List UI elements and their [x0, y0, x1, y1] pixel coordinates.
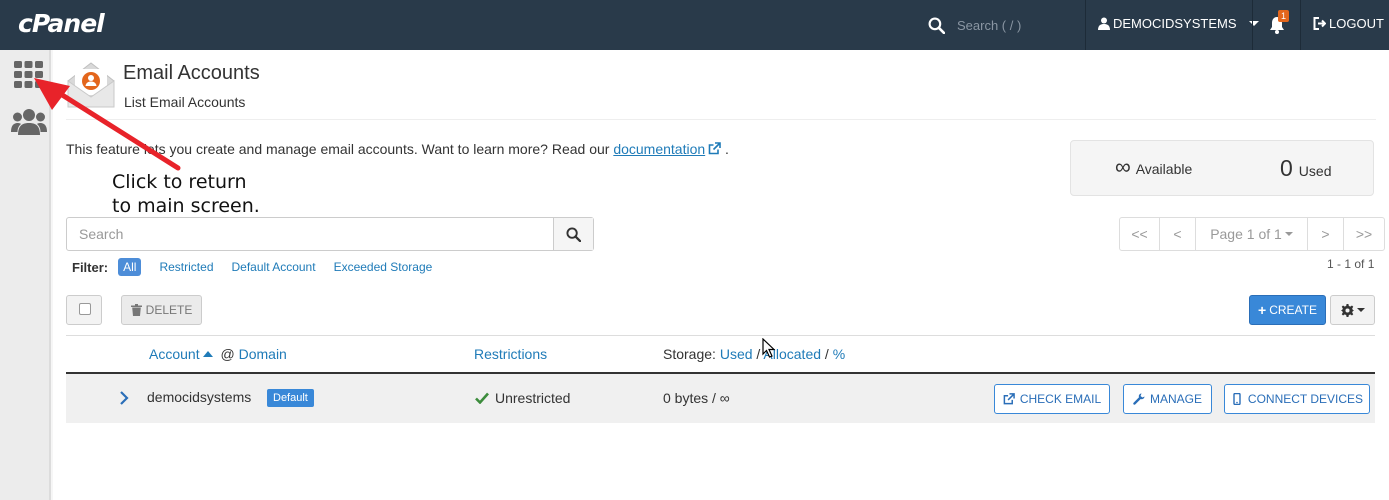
- next-page-button[interactable]: >: [1308, 218, 1344, 250]
- annotation-line-1: Click to return: [112, 171, 247, 193]
- manage-label: MANAGE: [1149, 392, 1202, 406]
- account-search-input[interactable]: [67, 218, 553, 250]
- annotation-text: Click to return to main screen.: [112, 170, 260, 218]
- last-page-button[interactable]: >>: [1344, 218, 1384, 250]
- filter-exceeded-storage[interactable]: Exceeded Storage: [334, 260, 433, 274]
- stats-panel: ∞ Available 0 Used: [1070, 140, 1374, 196]
- table-header: Account @ Domain Restrictions Storage: U…: [66, 336, 1375, 373]
- restriction-status: Unrestricted: [475, 390, 570, 406]
- global-search[interactable]: [928, 13, 1078, 37]
- filter-bar: Filter: All Restricted Default Account E…: [72, 258, 450, 276]
- filter-default-account[interactable]: Default Account: [232, 260, 316, 274]
- chevron-down-icon: [1356, 308, 1365, 312]
- page-label: Page 1 of 1: [1210, 226, 1282, 242]
- external-link-icon: [1003, 393, 1015, 405]
- connect-devices-button[interactable]: CONNECT DEVICES: [1224, 384, 1370, 414]
- sort-used[interactable]: Used: [720, 346, 753, 362]
- sort-percent[interactable]: %: [833, 346, 845, 362]
- column-restrictions: Restrictions: [474, 346, 547, 362]
- used-value: 0: [1280, 155, 1293, 181]
- storage-label: Storage:: [663, 346, 716, 362]
- delete-button[interactable]: DELETE: [121, 295, 202, 325]
- delete-label: DELETE: [145, 303, 193, 317]
- check-icon: [475, 392, 489, 404]
- divider: [1085, 0, 1086, 50]
- chevron-down-icon: [1248, 21, 1259, 26]
- notifications-button[interactable]: 1: [1268, 10, 1292, 36]
- gear-icon: [1340, 303, 1354, 317]
- search-icon: [566, 226, 581, 242]
- filter-restricted[interactable]: Restricted: [159, 260, 213, 274]
- chevron-down-icon: [1284, 232, 1293, 236]
- user-menu[interactable]: DEMOCIDSYSTEMS: [1098, 16, 1259, 31]
- connect-devices-label: CONNECT DEVICES: [1247, 392, 1364, 406]
- wrench-icon: [1133, 393, 1145, 405]
- used-label: Used: [1298, 163, 1332, 179]
- search-button[interactable]: [553, 218, 593, 250]
- settings-dropdown[interactable]: [1330, 295, 1375, 325]
- default-badge: Default: [267, 389, 314, 407]
- logout-icon: [1313, 17, 1326, 30]
- chevron-right-icon[interactable]: [119, 391, 129, 405]
- column-account: Account @ Domain: [149, 346, 287, 362]
- filter-all[interactable]: All: [118, 258, 142, 276]
- user-icon: [1098, 17, 1110, 30]
- restriction-label: Unrestricted: [495, 390, 571, 406]
- at-sign: @: [216, 346, 239, 362]
- sort-account[interactable]: Account: [149, 346, 200, 362]
- checkbox-box: [79, 303, 91, 315]
- notification-badge: 1: [1278, 10, 1290, 22]
- create-button[interactable]: + CREATE: [1249, 295, 1326, 325]
- intro-end: .: [721, 141, 729, 157]
- create-label: CREATE: [1269, 303, 1317, 317]
- available-stat: ∞ Available: [1115, 154, 1193, 179]
- divider: [1300, 0, 1301, 50]
- logout-button[interactable]: LOGOUT: [1313, 16, 1384, 31]
- global-search-input[interactable]: [957, 17, 1067, 33]
- results-range: 1 - 1 of 1: [1327, 257, 1375, 271]
- pagination: << < Page 1 of 1 > >>: [1119, 217, 1385, 251]
- mouse-cursor-icon: [762, 338, 776, 358]
- divider: [66, 119, 1376, 120]
- external-link-icon[interactable]: [708, 142, 721, 155]
- check-email-button[interactable]: CHECK EMAIL: [994, 384, 1110, 414]
- search-icon: [928, 17, 945, 34]
- annotation-line-2: to main screen.: [112, 195, 260, 217]
- table-row: democidsystems Default Unrestricted 0 by…: [66, 374, 1375, 423]
- documentation-link[interactable]: documentation: [613, 141, 705, 157]
- top-bar: cPanel DEMOCIDSYSTEMS 1 LOGOUT: [0, 0, 1389, 50]
- trash-icon: [130, 304, 142, 316]
- account-name: democidsystems: [147, 389, 252, 405]
- sort-restrictions[interactable]: Restrictions: [474, 346, 547, 362]
- sort-domain[interactable]: Domain: [239, 346, 287, 362]
- first-page-button[interactable]: <<: [1120, 218, 1160, 250]
- available-value: ∞: [1115, 154, 1131, 179]
- filter-label: Filter:: [72, 259, 109, 275]
- prev-page-button[interactable]: <: [1160, 218, 1196, 250]
- annotation-arrow: [34, 78, 181, 171]
- page-select[interactable]: Page 1 of 1: [1196, 218, 1308, 250]
- select-all-checkbox[interactable]: [66, 295, 102, 325]
- column-storage: Storage: Used / Allocated / %: [663, 346, 845, 362]
- storage-value: 0 bytes / ∞: [663, 390, 730, 406]
- account-search: [66, 217, 594, 251]
- plus-icon: +: [1258, 302, 1267, 318]
- available-label: Available: [1135, 161, 1193, 177]
- mobile-icon: [1233, 393, 1241, 405]
- storage-sep: /: [821, 346, 833, 362]
- manage-button[interactable]: MANAGE: [1123, 384, 1212, 414]
- divider: [1252, 0, 1253, 50]
- logout-label: LOGOUT: [1329, 16, 1384, 31]
- cpanel-logo[interactable]: cPanel: [18, 9, 105, 38]
- username-label: DEMOCIDSYSTEMS: [1113, 16, 1237, 31]
- sort-up-icon: [202, 351, 213, 357]
- used-stat: 0 Used: [1280, 155, 1331, 182]
- check-email-label: CHECK EMAIL: [1019, 392, 1102, 406]
